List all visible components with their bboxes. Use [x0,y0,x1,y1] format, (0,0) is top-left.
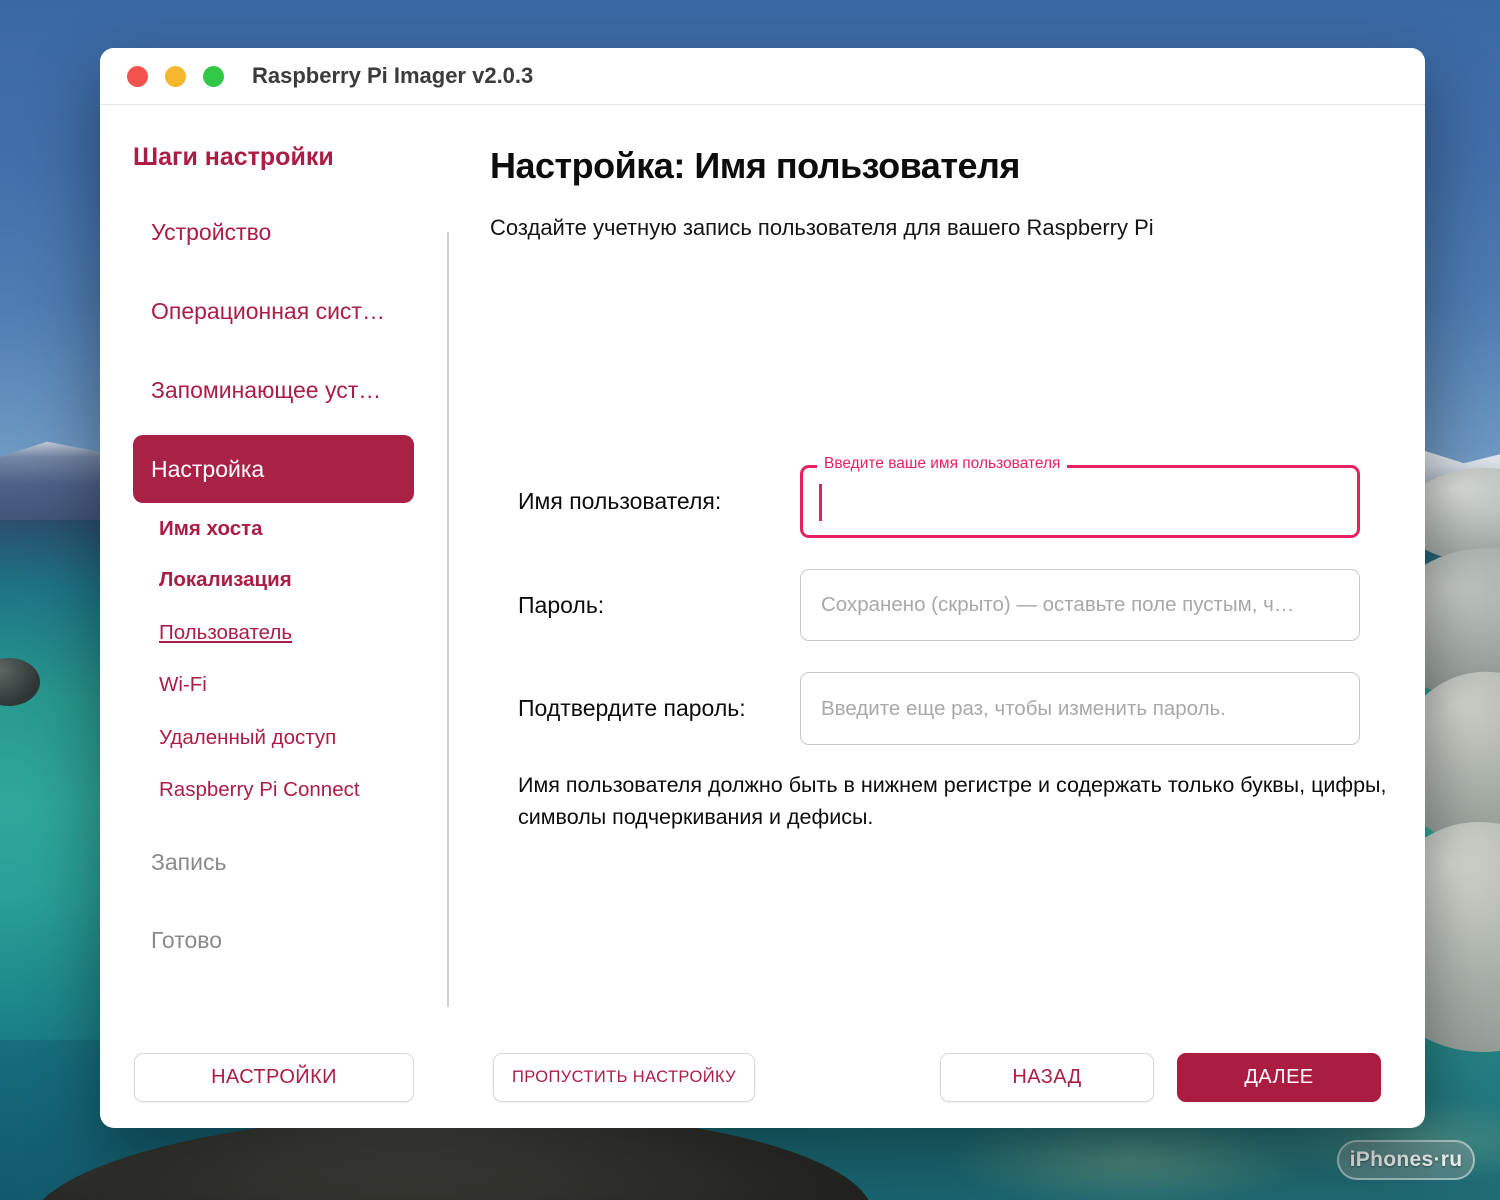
sidebar-item-done: Готово [151,927,223,953]
username-input[interactable] [803,468,1357,535]
username-floating-label: Введите ваше имя пользователя [817,455,1068,473]
sidebar-sub-remote-access[interactable]: Удаленный доступ [159,726,336,750]
skip-customisation-button[interactable]: ПРОПУСТИТЬ НАСТРОЙКУ [493,1053,755,1102]
sidebar-item-customisation-selected[interactable]: Настройка [133,435,414,503]
password-label: Пароль: [518,591,605,618]
page-title: Настройка: Имя пользователя [490,145,1020,186]
sidebar-item-write: Запись [151,849,227,875]
text-cursor [819,484,822,521]
close-button[interactable] [127,65,148,87]
password-field [800,569,1360,641]
sidebar-sub-hostname[interactable]: Имя хоста [159,517,263,541]
username-field: Введите ваше имя пользователя [800,455,1360,538]
username-note: Имя пользователя должно быть в нижнем ре… [518,773,1387,830]
zoom-button[interactable] [203,65,224,87]
back-button[interactable]: НАЗАД [940,1053,1154,1102]
desktop: iPhones·ru Raspberry Pi Imager v2.0.3 Ша… [0,0,1500,1200]
minimize-button[interactable] [165,65,186,87]
titlebar: Raspberry Pi Imager v2.0.3 [100,48,1425,105]
confirm-password-label: Подтвердите пароль: [518,695,746,721]
settings-button[interactable]: НАСТРОЙКИ [134,1053,414,1102]
watermark-label: iPhones·ru [1349,1148,1463,1171]
sidebar-sub-user[interactable]: Пользователь [159,621,292,645]
watermark-badge: iPhones·ru [1337,1140,1475,1180]
sidebar-sub-wifi[interactable]: Wi-Fi [159,673,207,697]
sidebar-divider [447,232,449,1007]
app-window: Raspberry Pi Imager v2.0.3 Шаги настройк… [100,48,1425,1128]
traffic-lights [127,65,224,87]
sidebar-item-device[interactable]: Устройство [151,219,271,246]
sidebar-heading: Шаги настройки [133,143,334,171]
password-input[interactable] [801,570,1359,640]
sidebar-sub-rpi-connect[interactable]: Raspberry Pi Connect [159,778,360,802]
username-label: Имя пользователя: [518,488,722,514]
sidebar-sub-localisation[interactable]: Локализация [159,568,292,592]
sidebar-item-operating-system[interactable]: Операционная сист… [151,298,385,325]
sidebar-item-customisation-label: Настройка [151,455,265,482]
page-subtitle: Создайте учетную запись пользователя для… [490,215,1154,240]
confirm-password-input[interactable] [801,673,1359,744]
confirm-password-field [800,672,1360,745]
window-body: Шаги настройки Устройство Операционная с… [100,105,1425,1128]
sidebar-item-storage[interactable]: Запоминающее уст… [151,377,381,404]
next-button[interactable]: ДАЛЕЕ [1177,1053,1381,1102]
window-title: Raspberry Pi Imager v2.0.3 [252,63,534,88]
